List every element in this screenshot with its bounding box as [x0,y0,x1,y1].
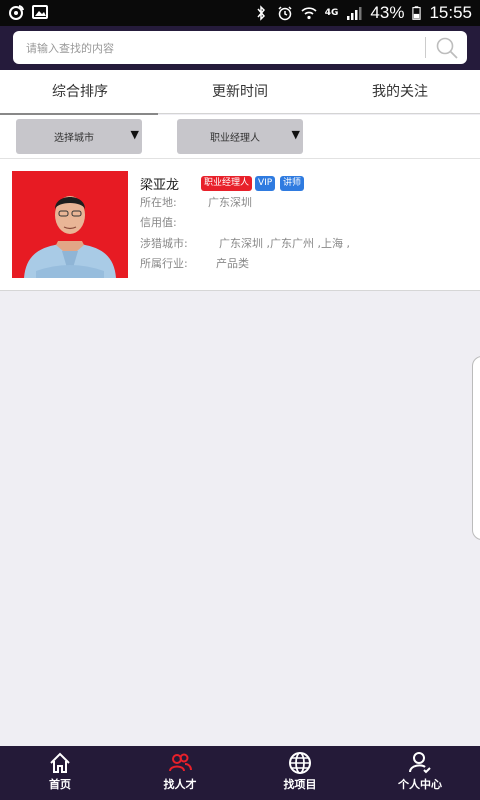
battery-icon [412,6,422,20]
sort-tabs: 综合排序 更新时间 我的关注 [0,70,480,115]
status-bar: 4G 43% 15:55 [0,0,480,26]
user-icon [409,752,431,774]
tag-vip: VIP [255,176,276,191]
industry-label: 所属行业: [140,257,188,270]
weibo-icon [9,5,24,20]
search-icon[interactable] [434,35,460,61]
caret-down-icon: ▼ [130,128,139,141]
network-type: 4G [324,8,339,18]
nav-find-talent[interactable]: 找人才 [120,746,240,800]
home-icon [50,752,70,773]
side-drawer-handle[interactable] [472,356,480,540]
candidate-avatar [12,171,128,278]
battery-percent: 43% [370,3,405,22]
role-dropdown[interactable]: 职业经理人 ▼ [177,119,303,154]
nav-personal-center[interactable]: 个人中心 [360,746,480,800]
nav-find-project[interactable]: 找项目 [240,746,360,800]
nav-find-project-label: 找项目 [283,778,317,791]
cities-value: 广东深圳 ,广东广州 ,上海 , [219,237,350,250]
tab-my-follows[interactable]: 我的关注 [320,70,480,114]
bottom-nav: 首页 找人才 找项目 个人中心 [0,746,480,800]
wifi-icon [301,7,317,20]
nav-home[interactable]: 首页 [0,746,120,800]
location-label: 所在地: [140,196,177,209]
nav-find-talent-label: 找人才 [163,778,197,791]
tag-lecturer: 讲师 [280,176,305,191]
city-dropdown-label: 选择城市 [54,133,94,144]
tab-update-time[interactable]: 更新时间 [160,70,320,114]
clock: 15:55 [429,3,472,22]
image-icon [32,5,48,19]
search-header: 请输入查找的内容 [0,26,480,70]
tag-professional-manager: 职业经理人 [201,176,253,191]
search-input[interactable]: 请输入查找的内容 [13,31,467,64]
caret-down-icon: ▼ [291,128,300,141]
people-icon [169,753,192,772]
credit-label: 信用值: [140,216,177,229]
role-dropdown-label: 职业经理人 [210,133,260,144]
alarm-icon [278,6,292,21]
industry-value: 产品类 [216,257,249,270]
bluetooth-icon [257,5,265,21]
search-placeholder: 请输入查找的内容 [26,42,114,55]
filter-bar: 选择城市 ▼ 职业经理人 ▼ [0,115,480,158]
globe-icon [289,752,311,774]
nav-personal-center-label: 个人中心 [398,778,442,791]
nav-home-label: 首页 [49,778,71,791]
tab-overall-sort[interactable]: 综合排序 [0,70,160,115]
signal-icon [347,7,362,20]
candidate-card[interactable]: 梁亚龙 职业经理人 VIP 讲师 所在地: 广东深圳 信用值: 涉猎城市: 广东… [0,158,480,291]
location-value: 广东深圳 [208,196,252,209]
city-dropdown[interactable]: 选择城市 ▼ [16,119,142,154]
candidate-name: 梁亚龙 [140,178,180,193]
cities-label: 涉猎城市: [140,237,188,250]
search-divider [425,37,426,58]
